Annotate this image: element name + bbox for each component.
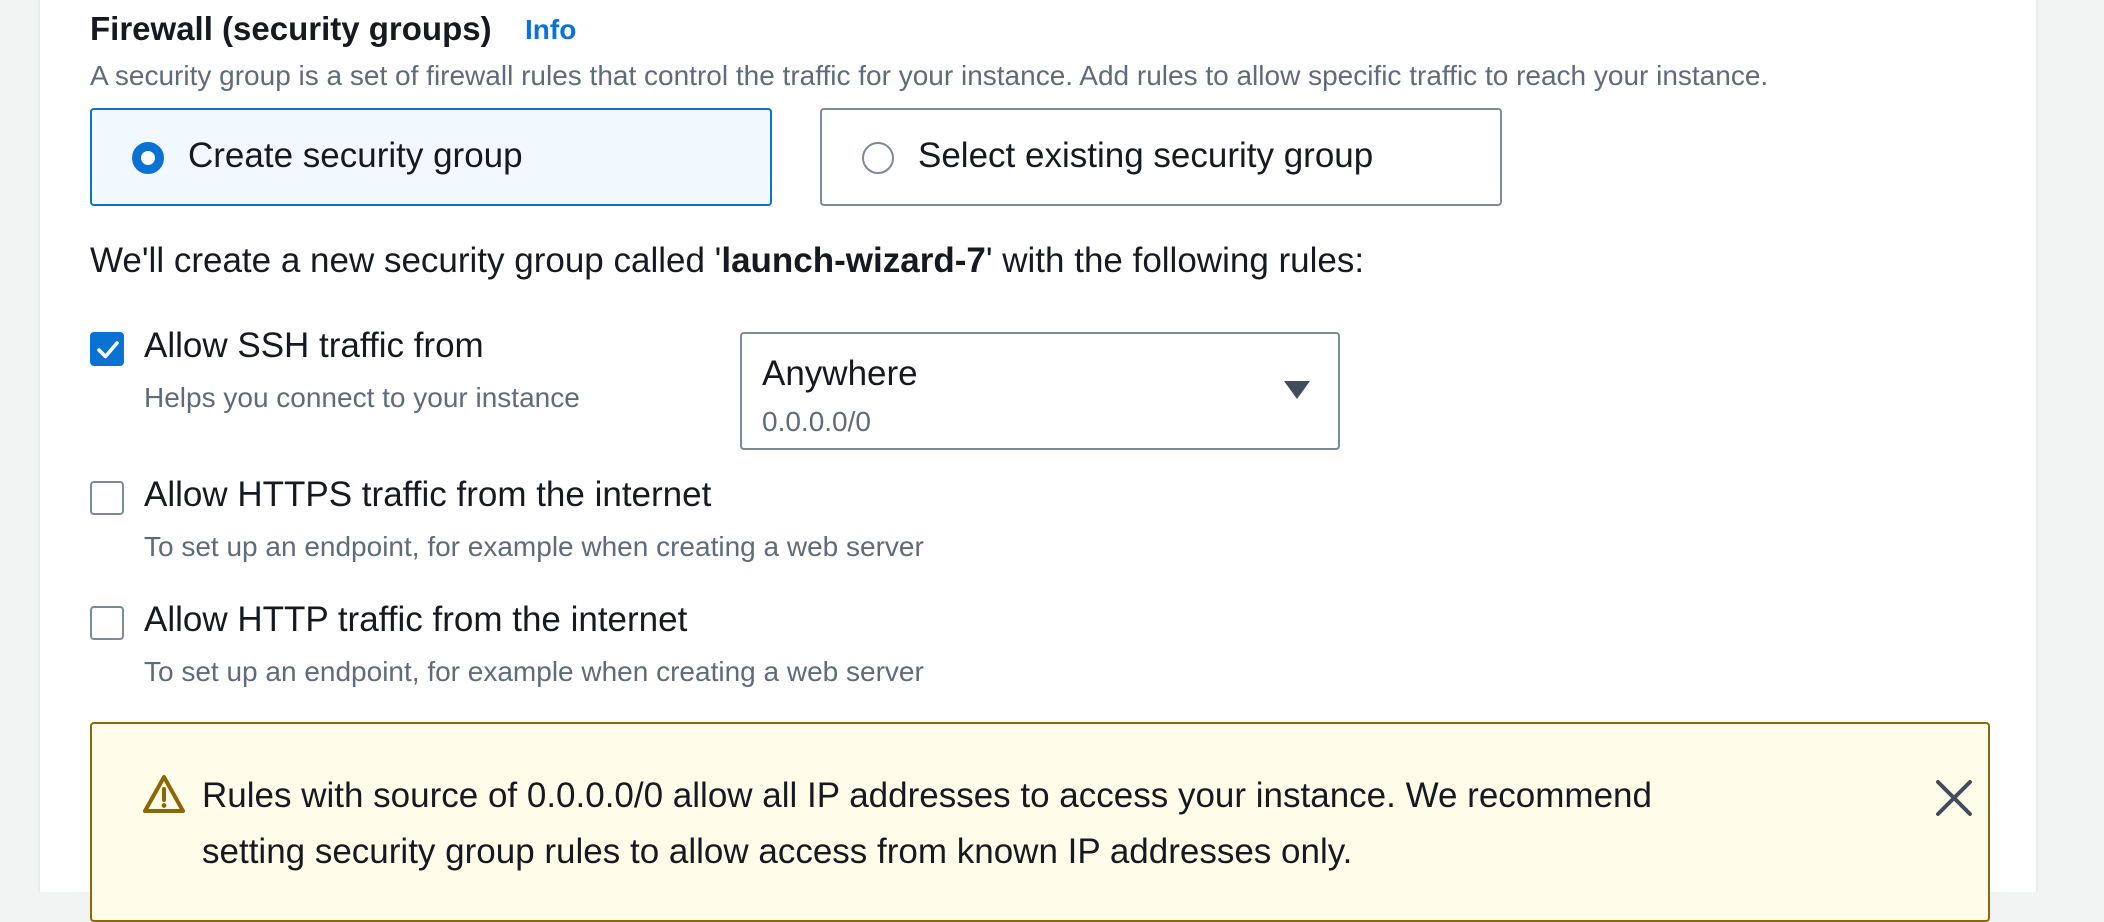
intro-prefix: We'll create a new security group called… bbox=[90, 241, 722, 280]
ssh-source-select[interactable]: Anywhere 0.0.0.0/0 bbox=[740, 332, 1340, 450]
security-group-name: launch-wizard-7 bbox=[721, 241, 986, 280]
ssh-source-cidr: 0.0.0.0/0 bbox=[762, 406, 871, 437]
ssh-rule-description: Helps you connect to your instance bbox=[144, 382, 580, 413]
close-icon[interactable] bbox=[1932, 776, 1976, 820]
http-rule-label: Allow HTTP traffic from the internet bbox=[144, 600, 688, 639]
select-existing-security-group-radio[interactable] bbox=[862, 142, 894, 174]
checkmark-icon bbox=[97, 341, 119, 359]
create-security-group-label: Create security group bbox=[188, 136, 523, 175]
select-existing-security-group-label: Select existing security group bbox=[918, 136, 1374, 175]
https-rule-description: To set up an endpoint, for example when … bbox=[144, 531, 924, 562]
section-description: A security group is a set of firewall ru… bbox=[90, 60, 1769, 91]
security-group-intro: We'll create a new security group called… bbox=[90, 241, 1364, 281]
ssh-rule-label: Allow SSH traffic from bbox=[144, 326, 484, 365]
http-rule-description: To set up an endpoint, for example when … bbox=[144, 656, 924, 687]
warning-message: Rules with source of 0.0.0.0/0 allow all… bbox=[202, 776, 1652, 871]
ssh-checkbox[interactable] bbox=[90, 332, 124, 366]
caret-down-icon bbox=[1284, 381, 1310, 399]
select-existing-security-group-tile[interactable]: Select existing security group bbox=[820, 108, 1502, 206]
https-rule-label: Allow HTTPS traffic from the internet bbox=[144, 475, 712, 514]
https-checkbox[interactable] bbox=[90, 481, 124, 515]
firewall-panel: Firewall (security groups) Info A securi… bbox=[38, 0, 2038, 922]
section-title: Firewall (security groups) bbox=[90, 10, 492, 47]
info-link[interactable]: Info bbox=[525, 14, 576, 46]
create-security-group-radio[interactable] bbox=[132, 142, 164, 174]
warning-alert: Rules with source of 0.0.0.0/0 allow all… bbox=[90, 722, 1990, 922]
ssh-source-value: Anywhere bbox=[762, 354, 918, 393]
intro-suffix: ' with the following rules: bbox=[985, 241, 1365, 280]
http-checkbox[interactable] bbox=[90, 606, 124, 640]
create-security-group-tile[interactable]: Create security group bbox=[90, 108, 772, 206]
warning-icon bbox=[143, 775, 185, 813]
